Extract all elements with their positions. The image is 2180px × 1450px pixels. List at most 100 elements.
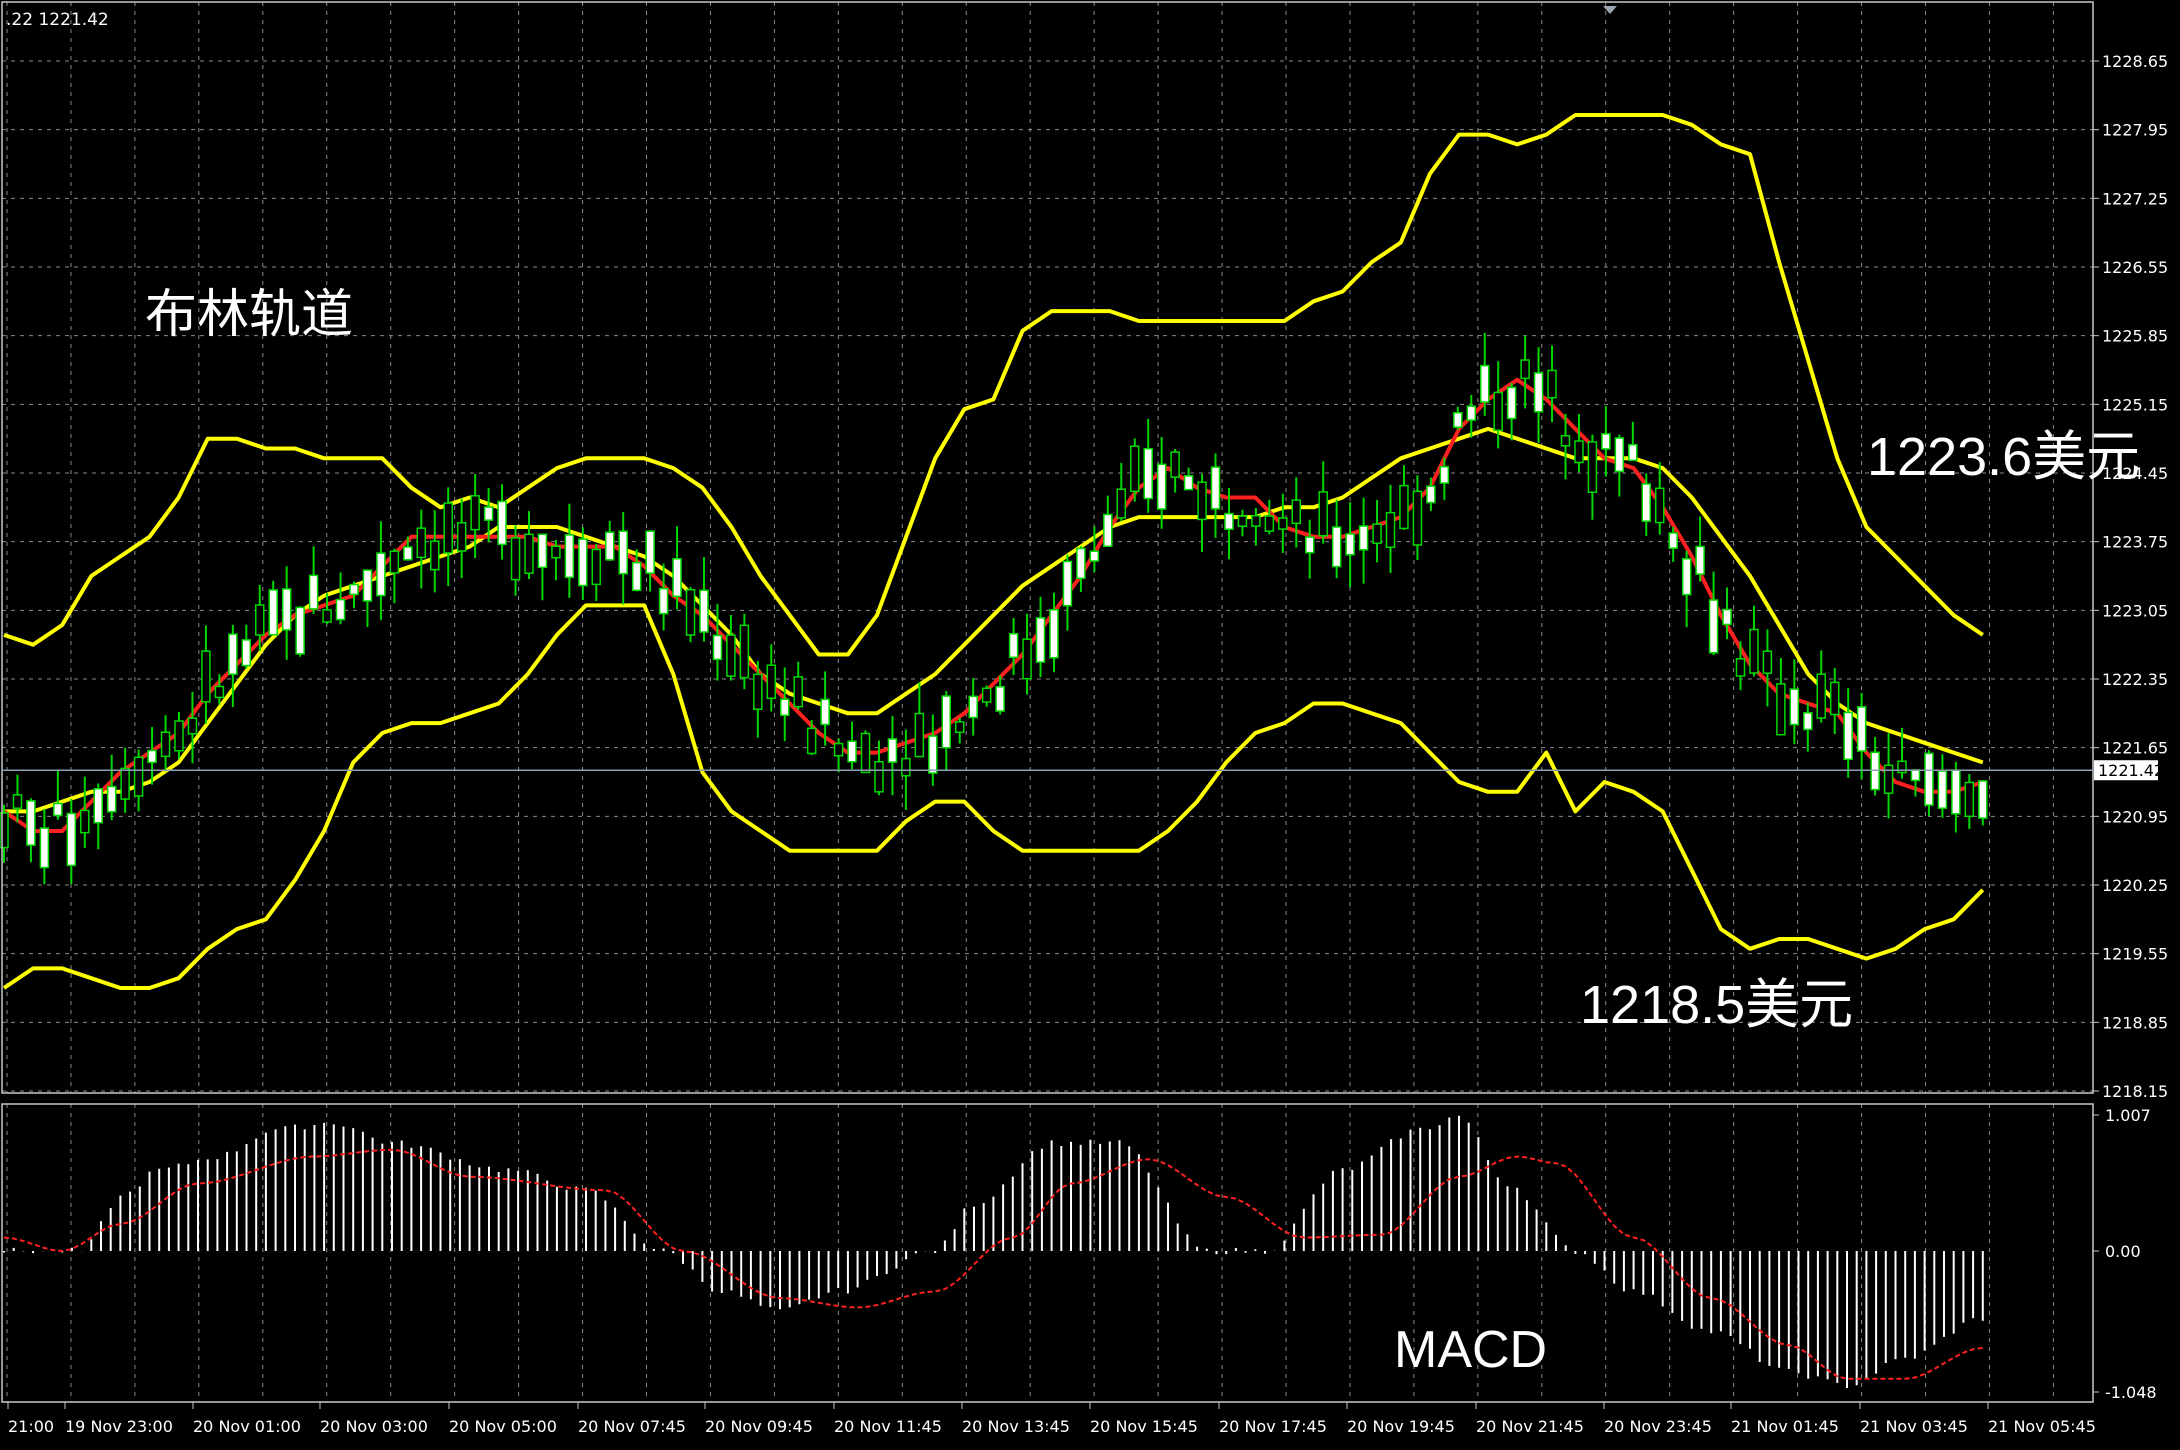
candle-body [39,827,50,869]
candle-body [551,545,561,559]
x-tick-label: 20 Nov 07:45 [578,1417,686,1436]
candle-body [80,809,90,834]
candle-body [780,698,790,717]
candle-body [1789,688,1800,726]
candle-body [510,537,521,581]
candle-body [1964,781,1975,818]
macd-y-tick-label: 0.00 [2105,1242,2141,1261]
candle-body [1749,628,1759,674]
candle-body [1910,769,1921,782]
candle-body [631,561,642,592]
bollinger-title-label: 布林轨道 [145,286,354,344]
candle-body [1493,391,1503,431]
candle-body [995,685,1005,712]
candle-body [389,550,400,574]
candle-body [1978,780,1988,819]
macd-y-tick-label: -1.048 [2105,1383,2157,1402]
candle-body [1372,523,1382,544]
candle-body [1412,490,1423,546]
y-tick-label: 1225.85 [2102,327,2168,346]
candle-body [524,533,534,574]
candle-body [1654,487,1665,524]
y-tick-label: 1227.25 [2102,189,2168,208]
y-tick-label: 1226.55 [2102,258,2168,277]
candle-body [860,732,871,774]
candle-body [1331,526,1342,568]
symbol-info: .22 1221.42 [6,10,109,30]
macd-y-tick-label: 1.007 [2105,1106,2151,1125]
candle-body [1076,547,1086,580]
candle-body [1776,683,1786,736]
candle-body [1264,515,1275,532]
candle-body [1035,617,1046,663]
candle-body [887,738,898,763]
candle-body [66,812,77,867]
candle-body [1951,769,1961,815]
candle-body [1587,441,1598,494]
candle-body [160,731,171,758]
candle-body [941,695,952,749]
candle-body [874,761,884,793]
candle-body [106,785,117,813]
candle-body [1937,770,1948,809]
candle-body [1089,550,1100,562]
candle-body [376,552,386,597]
y-tick-label: 1222.35 [2102,670,2168,689]
candle-body [1574,440,1584,464]
main-panel-grid [2,2,2093,1093]
candle-body [1251,514,1261,527]
candle-body [1856,706,1867,752]
candle-body [241,639,252,667]
candle-body [174,720,184,752]
candle-body [295,606,305,655]
candle-body [322,609,332,623]
candle-body [1197,481,1207,521]
candle-body [914,712,925,758]
candle-body [1318,491,1328,537]
x-tick-label: 21 Nov 05:45 [1988,1417,2096,1436]
candle-body [1520,359,1530,380]
candle-body [766,664,777,700]
candle-body [1116,488,1127,519]
main-panel-frame [1,1,2094,1094]
candle-body [699,589,709,633]
candle-body [847,740,857,763]
candle-body [456,522,467,552]
x-tick-label: 20 Nov 19:45 [1347,1417,1455,1436]
candle-body [1479,364,1490,403]
y-tick-label: 1219.55 [2102,945,2168,964]
candle-body [753,673,763,710]
x-tick-label: 21:00 [8,1417,54,1436]
candle-body [618,530,628,575]
candle-body [497,500,507,546]
x-tick-label: 20 Nov 17:45 [1219,1417,1327,1436]
candle-body [228,633,238,675]
candlestick-series [0,332,1988,885]
candle-body [1762,650,1773,674]
candle-body [901,757,911,777]
candle-body [1224,512,1234,531]
candle-body [403,546,413,561]
candle-body [93,787,103,824]
candle-body [712,634,723,661]
candle-body [954,721,965,734]
upper-price-label: 1223.6美元 [1867,427,2141,487]
candle-body [833,742,844,757]
x-tick-label: 20 Nov 23:45 [1604,1417,1712,1436]
candle-body [1560,435,1571,447]
candle-body [1708,599,1719,654]
candle-body [537,533,548,569]
candle-body [968,695,978,719]
candle-body [1829,681,1840,716]
candle-body [255,604,265,636]
candle-body [1614,437,1625,473]
candle-body [1439,465,1450,484]
candle-body [1816,673,1827,719]
candle-body [53,802,63,817]
shift-marker-icon [1603,6,1617,14]
candle-body [26,800,36,846]
candle-body [981,687,992,703]
y-tick-label: 1218.85 [2102,1013,2168,1032]
macd-signal-line [3,1148,1983,1380]
y-tick-label: 1220.95 [2102,807,2168,826]
